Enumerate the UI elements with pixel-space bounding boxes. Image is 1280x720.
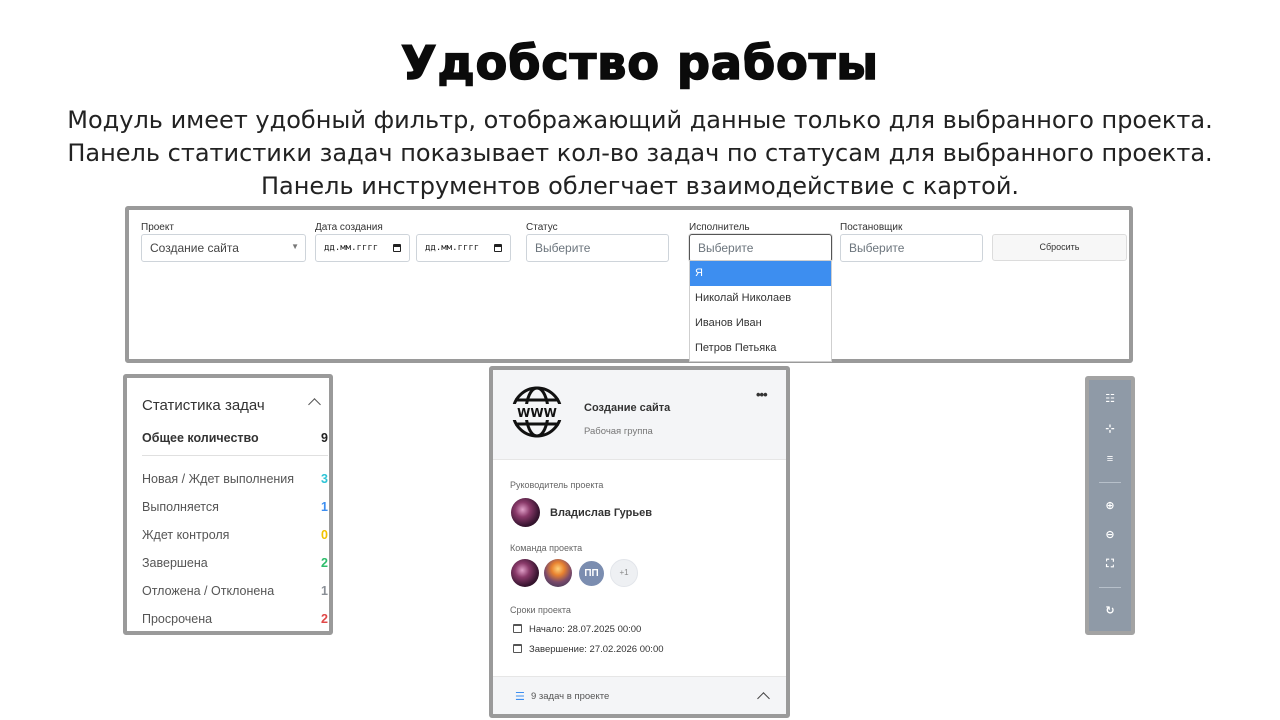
leader-name: Владислав Гурьев bbox=[550, 507, 652, 519]
stats-row-value: 1 bbox=[321, 500, 328, 514]
date-to-input[interactable]: дд.мм.гггг bbox=[416, 234, 511, 262]
project-select[interactable]: Создание сайта ▼ bbox=[141, 234, 306, 262]
stats-row-label: Завершена bbox=[142, 556, 208, 570]
tasks-count: 9 задач в проекте bbox=[531, 691, 610, 702]
leader-label: Руководитель проекта bbox=[510, 480, 604, 490]
stats-row-value: 1 bbox=[321, 584, 328, 598]
stats-row-label: Отложена / Отклонена bbox=[142, 584, 275, 598]
date-to-placeholder: дд.мм.гггг bbox=[425, 243, 480, 253]
globe-icon: WWW bbox=[510, 386, 564, 438]
project-label: Проект bbox=[141, 222, 174, 233]
calendar-icon[interactable] bbox=[494, 244, 502, 252]
slide-description-line: Панель инструментов облегчает взаимодейс… bbox=[260, 172, 1020, 200]
reset-button[interactable]: Сбросить bbox=[992, 234, 1127, 261]
collapse-icon[interactable]: ⊹ bbox=[1099, 420, 1121, 438]
align-center-icon[interactable]: ≡ bbox=[1099, 450, 1121, 468]
assignee-placeholder: Выберите bbox=[698, 241, 754, 255]
avatar[interactable] bbox=[544, 559, 572, 587]
divider bbox=[1099, 482, 1121, 483]
stats-row-label: Выполняется bbox=[142, 500, 219, 514]
status-select[interactable]: Выберите bbox=[526, 234, 669, 262]
stats-row-label: Ждет контроля bbox=[142, 528, 230, 542]
start-date: Начало: 28.07.2025 00:00 bbox=[513, 624, 641, 635]
dropdown-option[interactable]: Николай Николаев bbox=[690, 286, 831, 311]
stats-row: Выполняется 1 bbox=[142, 500, 328, 514]
end-date-text: Завершение: 27.02.2026 00:00 bbox=[529, 644, 664, 655]
dropdown-option[interactable]: Я bbox=[690, 261, 831, 286]
fit-screen-icon[interactable]: ⛶ bbox=[1099, 555, 1121, 573]
filter-panel: Проект Создание сайта ▼ Дата создания дд… bbox=[125, 206, 1133, 363]
status-placeholder: Выберите bbox=[535, 241, 591, 255]
more-members-badge[interactable]: +1 bbox=[610, 559, 638, 587]
end-date: Завершение: 27.02.2026 00:00 bbox=[513, 644, 664, 655]
hierarchy-icon[interactable]: ☷ bbox=[1099, 390, 1121, 408]
assignee-dropdown: Я Николай Николаев Иванов Иван Петров Пе… bbox=[689, 260, 832, 362]
zoom-in-icon[interactable]: ⊕ bbox=[1099, 497, 1121, 515]
task-stats-panel: Статистика задач Общее количество 9 Нова… bbox=[123, 374, 333, 635]
avatar-initials[interactable]: ПП bbox=[577, 559, 606, 588]
status-label: Статус bbox=[526, 222, 558, 233]
stats-row-value: 2 bbox=[321, 556, 328, 570]
reporter-select[interactable]: Выберите bbox=[840, 234, 983, 262]
avatar bbox=[511, 498, 540, 527]
stats-row: Просрочена 2 bbox=[142, 612, 328, 626]
card-footer[interactable]: ☰ 9 задач в проекте bbox=[493, 676, 786, 714]
project-name: Создание сайта bbox=[584, 402, 671, 414]
project-group: Рабочая группа bbox=[584, 426, 653, 437]
team-label: Команда проекта bbox=[510, 543, 583, 553]
divider bbox=[1099, 587, 1121, 588]
chevron-up-icon[interactable] bbox=[757, 692, 770, 705]
dropdown-option[interactable]: Иванов Иван bbox=[690, 311, 831, 336]
slide-title: Удобство работы bbox=[400, 35, 879, 91]
chevron-up-icon[interactable] bbox=[308, 398, 321, 411]
assignee-label: Исполнитель bbox=[689, 222, 750, 233]
date-created-label: Дата создания bbox=[315, 222, 383, 233]
stats-row: Ждет контроля 0 bbox=[142, 528, 328, 542]
calendar-icon[interactable] bbox=[393, 244, 401, 252]
list-icon: ☰ bbox=[515, 691, 525, 703]
zoom-out-icon[interactable]: ⊖ bbox=[1099, 526, 1121, 544]
stats-row-value: 3 bbox=[321, 472, 328, 486]
date-from-placeholder: дд.мм.гггг bbox=[324, 243, 379, 253]
stats-row: Отложена / Отклонена 1 bbox=[142, 584, 328, 598]
project-select-value: Создание сайта bbox=[150, 241, 239, 255]
calendar-check-icon bbox=[513, 644, 522, 653]
assignee-select[interactable]: Выберите bbox=[689, 234, 832, 262]
reporter-placeholder: Выберите bbox=[849, 241, 905, 255]
stats-total-row: Общее количество 9 bbox=[142, 431, 328, 445]
date-from-input[interactable]: дд.мм.гггг bbox=[315, 234, 410, 262]
reporter-label: Постановщик bbox=[840, 222, 903, 233]
map-toolbar: ☷ ⊹ ≡ ⊕ ⊖ ⛶ ↻ bbox=[1085, 376, 1135, 635]
card-header: WWW Создание сайта Рабочая группа ••• bbox=[493, 370, 786, 460]
stats-row-value: 2 bbox=[321, 612, 328, 626]
stats-total-value: 9 bbox=[321, 431, 328, 445]
slide-description-line: Панель статистики задач показывает кол-в… bbox=[67, 139, 1213, 167]
calendar-icon bbox=[513, 624, 522, 633]
dates-label: Сроки проекта bbox=[510, 605, 571, 615]
slide-description: Модуль имеет удобный фильтр, отображающи… bbox=[0, 104, 1280, 203]
stats-row: Новая / Ждет выполнения 3 bbox=[142, 472, 328, 486]
stats-row-value: 0 bbox=[321, 528, 328, 542]
stats-title: Статистика задач bbox=[142, 397, 265, 414]
dropdown-option[interactable]: Петров Петьяка bbox=[690, 336, 831, 361]
caret-down-icon: ▼ bbox=[291, 242, 299, 251]
stats-row-label: Новая / Ждет выполнения bbox=[142, 472, 295, 486]
stats-row: Завершена 2 bbox=[142, 556, 328, 570]
project-card: WWW Создание сайта Рабочая группа ••• Ру… bbox=[489, 366, 790, 718]
divider bbox=[142, 455, 328, 456]
svg-text:WWW: WWW bbox=[517, 406, 557, 420]
more-options-icon[interactable]: ••• bbox=[756, 387, 768, 402]
start-date-text: Начало: 28.07.2025 00:00 bbox=[529, 624, 642, 635]
slide-description-line: Модуль имеет удобный фильтр, отображающи… bbox=[67, 106, 1213, 134]
refresh-icon[interactable]: ↻ bbox=[1099, 602, 1121, 620]
stats-total-label: Общее количество bbox=[142, 431, 259, 445]
stats-row-label: Просрочена bbox=[142, 612, 213, 626]
avatar[interactable] bbox=[511, 559, 539, 587]
